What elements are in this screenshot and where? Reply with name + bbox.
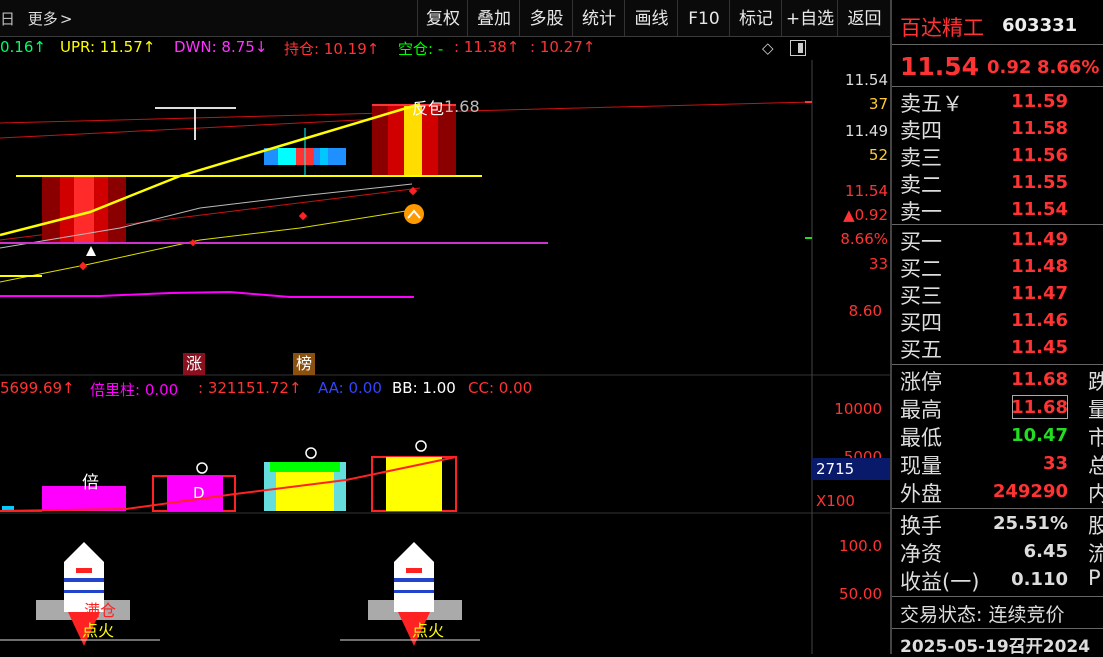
stat-extra-2: 量 — [1088, 398, 1103, 422]
candle-box-1 — [42, 176, 126, 242]
stat2-extra-2: 流 — [1088, 542, 1103, 566]
dianhuo-label-2: 点火 — [412, 621, 445, 640]
white-triangle-icon — [86, 246, 96, 256]
bei-label: 倍 — [82, 473, 99, 493]
stat-eps-value: 0.110 — [1011, 569, 1068, 590]
bottom-axis-1: 100.0 — [839, 537, 882, 555]
ask-5-price: 11.59 — [1011, 91, 1068, 112]
axis-label-8: 33 — [868, 255, 888, 273]
stat-turnover-label: 换手 — [900, 514, 942, 538]
red-diamond-markers — [78, 186, 418, 271]
stat-high-label: 最高 — [900, 398, 942, 422]
bang-badge: 榜 — [293, 353, 315, 375]
peak-price-label: 1.68 — [444, 97, 480, 116]
vol-axis-1: 10000 — [834, 400, 882, 418]
axis-label-4: 52 — [868, 146, 888, 164]
vol-ind-cc: CC: 0.00 — [468, 379, 533, 397]
rocket-icon-2 — [340, 542, 480, 646]
stat-outer-label: 外盘 — [900, 482, 942, 506]
axis-label-2: 37 — [868, 95, 888, 113]
bid-5-price: 11.45 — [1011, 337, 1068, 358]
stat-high-value: 11.68 — [1011, 397, 1068, 418]
price-change-pct: 8.66% — [1037, 57, 1100, 78]
quote-panel: 百达精工 603331 11.54 0.92 8.66% 卖五￥ 11.59 卖… — [890, 0, 1103, 657]
ask-1-price: 11.54 — [1011, 199, 1068, 220]
vol-axis-unit: X100 — [816, 492, 855, 510]
last-price: 11.54 — [900, 52, 980, 81]
d-label: D — [193, 484, 205, 502]
bid-1-price: 11.49 — [1011, 229, 1068, 250]
stat-volume-value: 33 — [1042, 453, 1068, 474]
bid-3-label: 买三 — [900, 284, 942, 308]
trading-status: 交易状态: 连续竞价 — [900, 604, 1065, 626]
ask-4-price: 11.58 — [1011, 118, 1068, 139]
vol-axis-current: 2715 — [812, 458, 890, 480]
bid-4-label: 买四 — [900, 311, 942, 335]
ask-3-label: 卖三 — [900, 146, 942, 170]
box-label: 反包 — [412, 99, 445, 118]
stat-limit-up-value: 11.68 — [1011, 369, 1068, 390]
vol-ind-beili: 倍里柱: 0.00 — [90, 381, 179, 399]
axis-label-3: 11.49 — [845, 122, 888, 140]
stat-low-label: 最低 — [900, 426, 942, 450]
vol-ind-aa: AA: 0.00 — [318, 379, 382, 397]
blue-bar-mark — [264, 128, 346, 176]
axis-label-9: 8.60 — [848, 302, 882, 320]
stat-limit-up-label: 涨停 — [900, 370, 942, 394]
stat-volume-label: 现量 — [900, 454, 942, 478]
white-marker — [155, 107, 236, 140]
stock-name: 百达精工 — [900, 16, 984, 40]
bottom-axis-2: 50.00 — [839, 585, 882, 603]
bid-5-label: 买五 — [900, 338, 942, 362]
magenta-lower-line — [0, 290, 414, 298]
up-arrow-circle-icon — [404, 204, 424, 224]
stat-extra-4: 总 — [1088, 454, 1103, 478]
stat-turnover-value: 25.51% — [993, 513, 1068, 534]
stat2-extra-1: 股 — [1088, 514, 1103, 538]
ask-2-price: 11.55 — [1011, 172, 1068, 193]
bid-3-price: 11.47 — [1011, 283, 1068, 304]
axis-label-5: 11.54 — [845, 182, 888, 200]
ask-2-label: 卖二 — [900, 173, 942, 197]
ask-5-label: 卖五￥ — [900, 92, 963, 116]
ask-1-label: 卖一 — [900, 200, 942, 224]
bid-4-price: 11.46 — [1011, 310, 1068, 331]
bid-1-label: 买一 — [900, 230, 942, 254]
vol-ind-bb: BB: 1.00 — [392, 379, 456, 397]
volume-bar-3 — [276, 472, 334, 511]
vol-ind-fragment: 5699.69↑ — [0, 379, 75, 397]
stat-net-assets-value: 6.45 — [1023, 541, 1068, 562]
dianhuo-label-1: 点火 — [82, 621, 115, 640]
stat-extra-5: 内 — [1088, 482, 1103, 506]
bid-2-label: 买二 — [900, 257, 942, 281]
stat-low-value: 10.47 — [1011, 425, 1068, 446]
price-change: 0.92 — [987, 57, 1032, 78]
announcement-footer[interactable]: 2025-05-19召开2024 — [900, 632, 1090, 657]
zhang-badge: 涨 — [183, 353, 205, 375]
stat-outer-value: 249290 — [992, 481, 1068, 502]
vol-axis-2: 5000 — [843, 448, 882, 458]
axis-label-7: 8.66% — [840, 230, 888, 248]
ask-3-price: 11.56 — [1011, 145, 1068, 166]
bid-2-price: 11.48 — [1011, 256, 1068, 277]
vol-ind-v: : 321151.72↑ — [198, 379, 302, 397]
axis-label-1: 11.54 — [845, 71, 888, 89]
stat-extra-3: 市 — [1088, 426, 1103, 450]
stat-net-assets-label: 净资 — [900, 542, 942, 566]
rocket-icon-1 — [0, 542, 160, 646]
axis-label-6: ▲0.92 — [843, 206, 888, 224]
ask-4-label: 卖四 — [900, 119, 942, 143]
stat2-extra-3: P — [1088, 566, 1101, 590]
stock-code: 603331 — [1002, 15, 1078, 36]
stat-extra-1: 跌 — [1088, 370, 1103, 394]
